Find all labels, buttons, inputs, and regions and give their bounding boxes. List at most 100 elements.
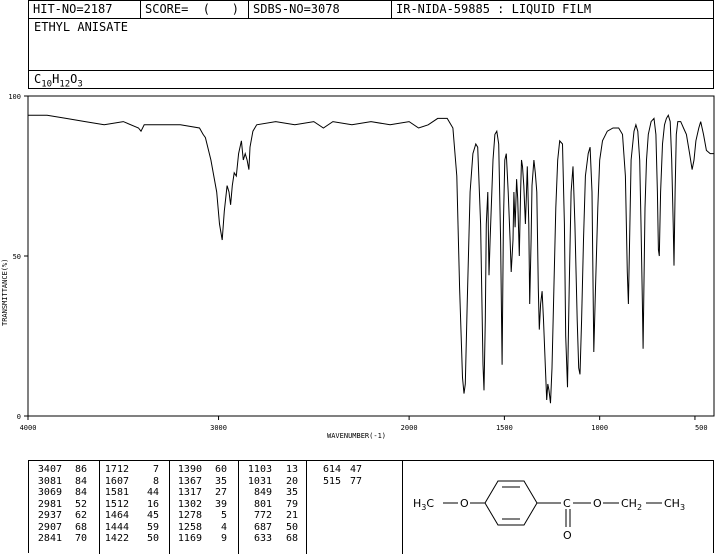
peak-transmittance: 9 [220,533,227,544]
carbonyl-oxygen: O [563,529,572,542]
methyl-left: H3C [413,497,434,512]
peak-transmittance: 62 [74,510,87,521]
y-tick-label: 50 [13,253,21,261]
chemical-structure: H3C O C O O CH2 CH3 [402,461,715,554]
peak-row: 633 68 [238,533,306,545]
peak-wavenumber: 1464 [104,510,129,521]
peak-wavenumber: 2981 [37,498,62,510]
peak-wavenumber: 2841 [37,533,62,544]
peak-wavenumber: 633 [253,533,272,544]
peak-transmittance: 21 [285,510,298,521]
x-tick-label: 2000 [401,424,418,432]
peak-wavenumber: 3081 [37,475,62,487]
structure-drawing: H3C O C O O CH2 CH3 [413,480,685,542]
peak-transmittance: 52 [74,498,87,510]
peak-transmittance: 13 [285,464,298,475]
peak-transmittance: 79 [285,498,298,510]
peak-row: 1390 60 [169,464,237,476]
peak-wavenumber: 1031 [247,475,272,487]
peak-wavenumber: 1422 [104,533,129,544]
ether-oxygen: O [460,497,469,510]
peak-row: 1317 27 [169,487,237,499]
hit-number: HIT-NO=2187 [33,2,113,16]
peak-wavenumber: 3069 [37,487,62,498]
molecular-formula: C10H12O3 [34,72,83,90]
sdbs-number: SDBS-NO=3078 [253,2,340,16]
peak-wavenumber: 2907 [37,521,62,533]
peak-wavenumber: 1712 [104,464,129,475]
peak-transmittance: 47 [349,464,362,475]
peak-row: 1444 59 [99,522,167,534]
peak-wavenumber: 1103 [247,464,272,475]
peak-column: 1390 60 1367 35 1317 27 1302 39 1278 5 1258 4 1169 9 [169,461,237,557]
peak-row: 1464 45 [99,510,167,522]
peak-transmittance: 8 [152,475,159,487]
peak-transmittance: 20 [285,475,298,487]
peak-wavenumber: 2937 [37,510,62,521]
peak-row: 2937 62 [29,510,97,522]
carbonyl-carbon: C [563,497,571,510]
peak-row: 687 50 [238,522,306,534]
peak-row: 3081 84 [29,476,97,488]
ir-spectrum-chart: 4000 3000 2000 1500 1000 500 0 50 100 TRANSMITTA… [1,93,715,440]
peak-transmittance: 84 [74,487,87,498]
peak-transmittance: 35 [214,475,227,487]
peak-transmittance: 39 [214,498,227,510]
peak-wavenumber: 849 [253,487,272,498]
peak-row: 1607 8 [99,476,167,488]
peak-row: 772 21 [238,510,306,522]
x-tick-label: 4000 [20,424,37,432]
peak-wavenumber: 1317 [177,487,202,498]
peak-transmittance: 60 [214,464,227,475]
peak-row: 1031 20 [238,476,306,488]
peak-transmittance: 7 [152,464,159,475]
y-tick-label: 100 [8,93,21,101]
peak-wavenumber: 772 [253,510,272,521]
peak-transmittance: 59 [146,521,159,533]
peak-transmittance: 70 [74,533,87,544]
peak-wavenumber: 515 [322,475,341,487]
methylene: CH2 [621,497,642,512]
peak-row: 3069 84 [29,487,97,499]
x-tick-label: 500 [695,424,708,432]
x-axis-label: WAVENUMBER(-1) [327,432,386,440]
peak-column: 614 47 515 77 [306,461,374,557]
y-tick-label: 0 [17,413,21,421]
peak-row: 515 77 [306,476,374,488]
peak-transmittance: 4 [220,521,227,533]
peak-transmittance: 68 [285,533,298,544]
peak-row: 849 35 [238,487,306,499]
peak-table: 3407 86 3081 84 3069 84 2981 52 2937 62 2907 68 2841… [28,460,715,554]
peak-wavenumber: 1302 [177,498,202,510]
divider [169,461,170,554]
compound-name: ETHYL ANISATE [34,20,128,34]
peak-row: 1103 13 [238,464,306,476]
peak-wavenumber: 1258 [177,521,202,533]
peak-row: 1581 44 [99,487,167,499]
peak-row: 1302 39 [169,499,237,511]
methyl-right: CH3 [664,497,685,512]
divider [238,461,239,554]
divider [29,70,713,71]
peak-wavenumber: 3407 [37,464,62,475]
x-tick-label: 1000 [591,424,608,432]
peak-transmittance: 68 [74,521,87,533]
score: SCORE= ( ) [145,2,239,16]
peak-row: 1367 35 [169,476,237,488]
peak-row: 2981 52 [29,499,97,511]
peak-transmittance: 84 [74,475,87,487]
peak-row: 1258 4 [169,522,237,534]
peak-transmittance: 45 [146,510,159,521]
peak-row: 1422 50 [99,533,167,545]
peak-row: 1712 7 [99,464,167,476]
peak-transmittance: 16 [146,498,159,510]
peak-row: 1512 16 [99,499,167,511]
peak-transmittance: 86 [74,464,87,475]
peak-row: 614 47 [306,464,374,476]
peak-transmittance: 35 [285,487,298,498]
peak-row: 1169 9 [169,533,237,545]
peak-transmittance: 27 [214,487,227,498]
header-panel: HIT-NO=2187 SCORE= ( ) SDBS-NO=3078 IR-N… [28,0,714,89]
divider [306,461,307,554]
peak-row: 801 79 [238,499,306,511]
